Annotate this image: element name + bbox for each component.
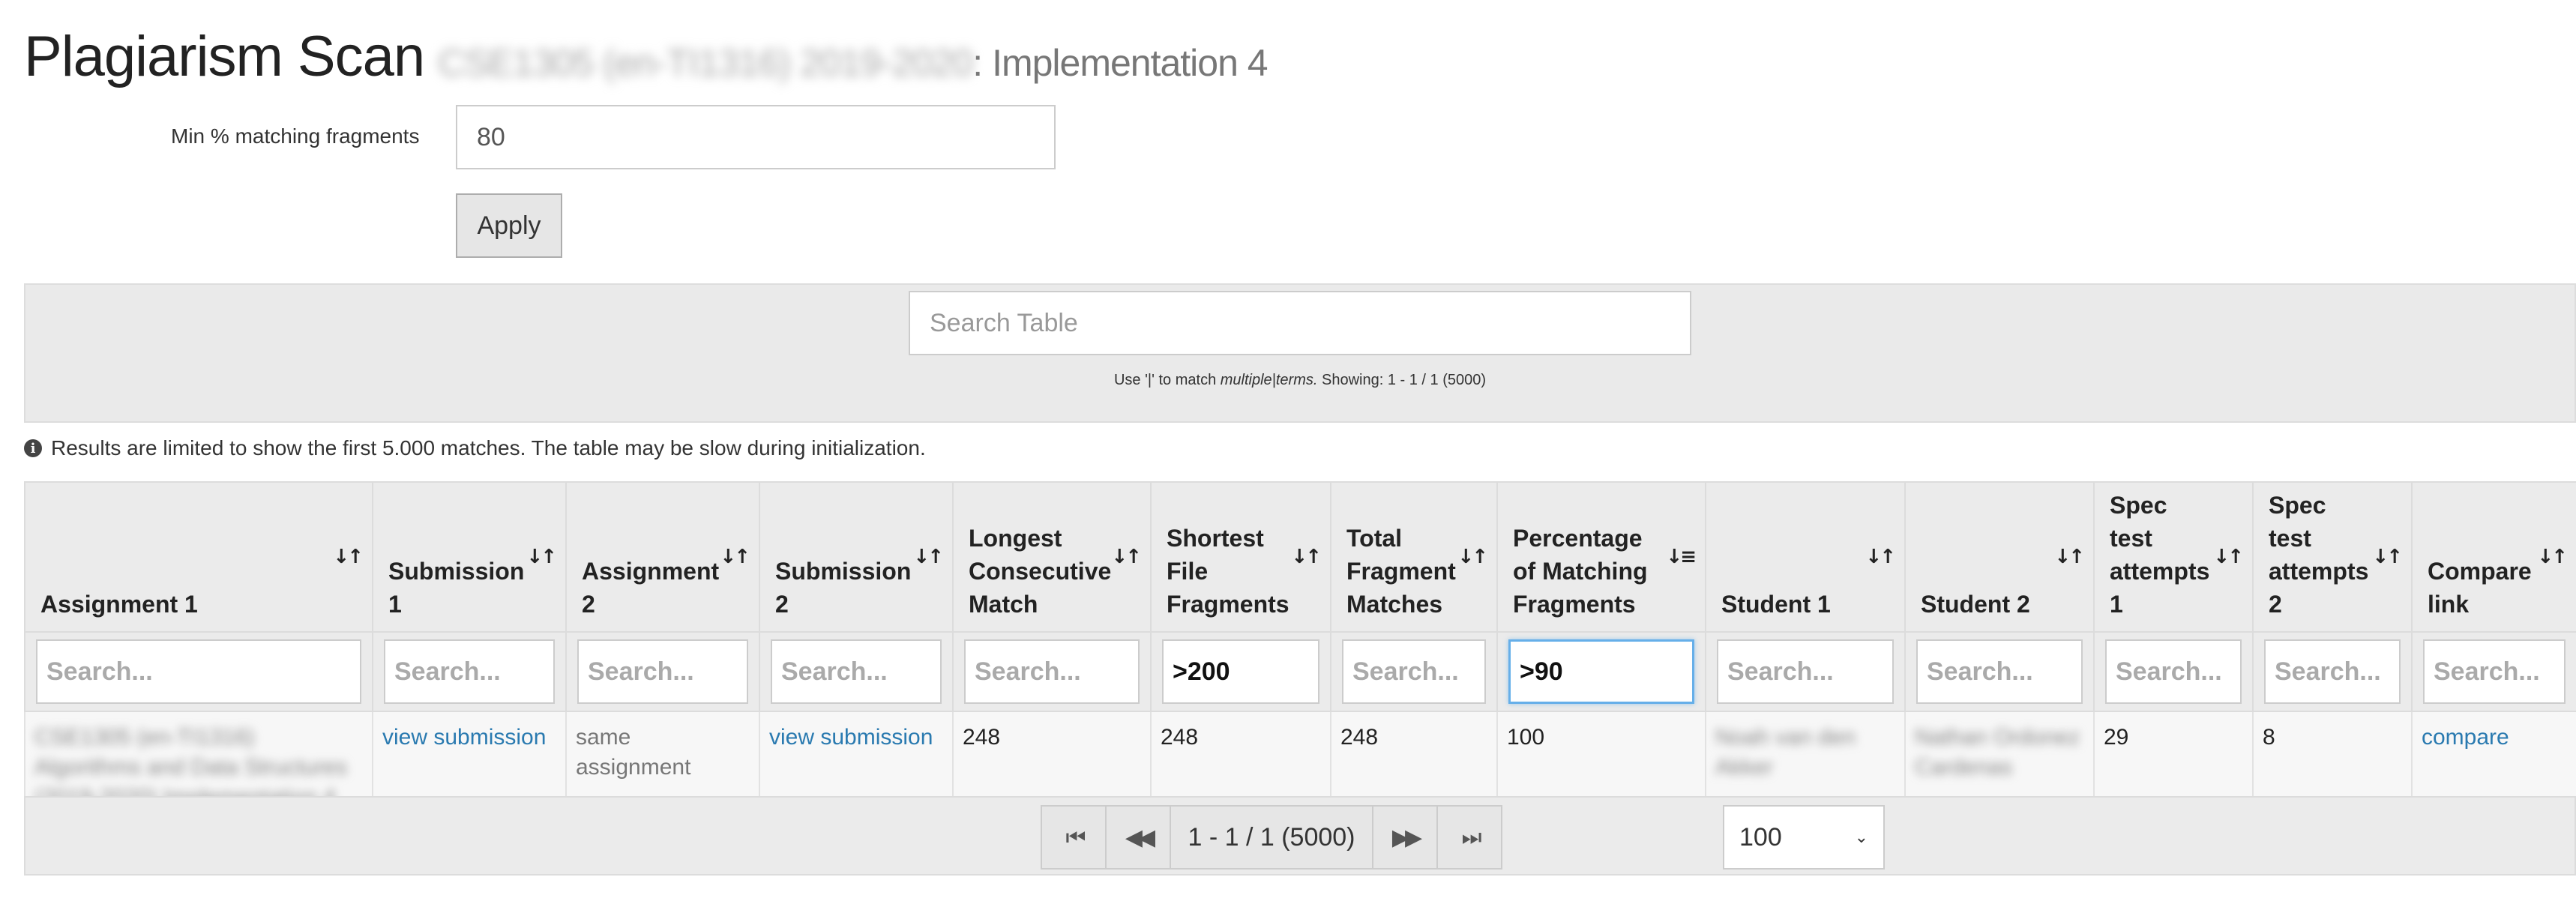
filter-total-matches[interactable]: Search... [1342, 639, 1486, 704]
min-matching-input[interactable]: 80 [456, 105, 1056, 169]
col-label: Spec test attempts 2 [2269, 492, 2369, 618]
col-shortest-fragments[interactable]: Shortest File Fragments ↓↑ [1150, 481, 1331, 633]
col-label: Percentage of Matching Fragments [1513, 525, 1648, 618]
col-compare-link[interactable]: Compare link ↓↑ [2411, 481, 2576, 633]
sort-icon[interactable]: ↓↑ [2372, 540, 2403, 573]
pagination-bar: ⏮ ◀◀ 1 - 1 / 1 (5000) ▶▶ ⏭ 100 ⌄ [24, 796, 2576, 876]
col-total-matches[interactable]: Total Fragment Matches ↓↑ [1330, 481, 1498, 633]
view-submission-2-link[interactable]: view submission [769, 725, 933, 750]
filter-spec-attempts-2[interactable]: Search... [2264, 639, 2401, 704]
sort-icon[interactable]: ↓↑ [2537, 540, 2568, 573]
col-label: Assignment 2 [582, 558, 720, 618]
pagination: ⏮ ◀◀ 1 - 1 / 1 (5000) ▶▶ ⏭ [1041, 805, 1502, 870]
sort-icon[interactable]: ↓↑ [1865, 540, 1896, 573]
col-spec-attempts-1[interactable]: Spec test attempts 1 ↓↑ [2093, 481, 2254, 633]
sort-icon[interactable]: ↓↑ [1291, 540, 1322, 573]
col-assignment-1[interactable]: Assignment 1 ↓↑ [24, 481, 373, 633]
sort-icon[interactable]: ↓↑ [1457, 540, 1488, 573]
pagination-info: 1 - 1 / 1 (5000) [1170, 805, 1373, 870]
last-page-icon[interactable]: ⏭ [1436, 805, 1502, 870]
sort-icon[interactable]: ↓↑ [333, 540, 364, 573]
filter-row: Search... Search... Search... Search... … [24, 631, 2576, 712]
first-page-icon[interactable]: ⏮ [1041, 805, 1107, 870]
search-hint-suffix: Showing: 1 - 1 / 1 (5000) [1317, 372, 1487, 388]
sort-icon[interactable]: ↓↑ [720, 540, 750, 573]
page-size-value: 100 [1739, 822, 1782, 852]
compare-link[interactable]: compare [2422, 725, 2509, 750]
info-message-text: Results are limited to show the first 5.… [51, 436, 926, 459]
sort-icon[interactable]: ↓↑ [2213, 540, 2244, 573]
col-student-2[interactable]: Student 2 ↓↑ [1904, 481, 2095, 633]
page-title: Plagiarism Scan CSE1305 (en-TI1316) 2019-… [24, 24, 1269, 89]
col-label: Student 2 [1921, 591, 2030, 618]
col-submission-1[interactable]: Submission 1 ↓↑ [372, 481, 567, 633]
sort-icon[interactable]: ↓↑ [526, 540, 557, 573]
col-label: Submission 1 [388, 558, 525, 618]
sort-icon[interactable]: ↓↑ [913, 540, 944, 573]
col-label: Longest Consecutive Match [969, 525, 1112, 618]
previous-page-icon[interactable]: ◀◀ [1105, 805, 1171, 870]
student-1-cell: Noah van den Akker [1715, 725, 1856, 780]
page-title-text: Plagiarism Scan [24, 25, 425, 88]
col-label: Total Fragment Matches [1346, 525, 1456, 618]
min-matching-label: Min % matching fragments [171, 124, 420, 148]
next-page-icon[interactable]: ▶▶ [1372, 805, 1438, 870]
sort-desc-icon[interactable]: ↓≡ [1666, 540, 1697, 573]
col-submission-2[interactable]: Submission 2 ↓↑ [759, 481, 954, 633]
col-label: Student 1 [1721, 591, 1831, 618]
filter-assignment-1[interactable]: Search... [36, 639, 361, 704]
col-assignment-2[interactable]: Assignment 2 ↓↑ [565, 481, 760, 633]
search-hint-prefix: Use '|' to match [1113, 372, 1221, 388]
student-2-cell: Nathan Ordonez Cardenas [1915, 725, 2080, 780]
col-student-1[interactable]: Student 1 ↓↑ [1705, 481, 1906, 633]
min-matching-value: 80 [477, 122, 505, 151]
page-size-select[interactable]: 100 ⌄ [1723, 805, 1885, 870]
info-circle-icon: i [24, 439, 42, 457]
header-row: Assignment 1 ↓↑ Submission 1 ↓↑ Assignment… [24, 481, 2576, 633]
filter-assignment-2[interactable]: Search... [577, 639, 748, 704]
filter-student-2[interactable]: Search... [1916, 639, 2083, 704]
page-subtitle: : Implementation 4 [972, 42, 1268, 84]
filter-spec-attempts-1[interactable]: Search... [2105, 639, 2242, 704]
view-submission-1-link[interactable]: view submission [382, 725, 546, 750]
filter-student-1[interactable]: Search... [1717, 639, 1894, 704]
assignment-2-cell: same assignment [576, 725, 691, 780]
search-hint-italic: multiple|terms. [1220, 372, 1318, 388]
col-label: Compare link [2428, 558, 2532, 618]
info-message: i Results are limited to show the first … [24, 436, 926, 460]
filter-percentage[interactable]: >90 [1508, 639, 1694, 704]
search-panel: Search Table Use '|' to match multiple|t… [24, 283, 2576, 423]
results-table: Assignment 1 ↓↑ Submission 1 ↓↑ Assignment… [24, 481, 2576, 825]
filter-submission-1[interactable]: Search... [384, 639, 555, 704]
filter-longest-match[interactable]: Search... [964, 639, 1140, 704]
sort-icon[interactable]: ↓↑ [2054, 540, 2085, 573]
filter-shortest-fragments[interactable]: >200 [1162, 639, 1319, 704]
apply-button[interactable]: Apply [456, 193, 562, 258]
course-name-blurred: CSE1305 (en-TI1316) 2019-2020 [438, 42, 973, 84]
col-percentage[interactable]: Percentage of Matching Fragments ↓≡ [1496, 481, 1706, 633]
search-table-placeholder: Search Table [930, 308, 1078, 337]
filter-submission-2[interactable]: Search... [771, 639, 942, 704]
col-label: Assignment 1 [40, 591, 198, 618]
col-longest-match[interactable]: Longest Consecutive Match ↓↑ [952, 481, 1152, 633]
chevron-down-icon: ⌄ [1854, 828, 1868, 847]
col-label: Spec test attempts 1 [2110, 492, 2210, 618]
sort-icon[interactable]: ↓↑ [1111, 540, 1142, 573]
col-spec-attempts-2[interactable]: Spec test attempts 2 ↓↑ [2252, 481, 2413, 633]
filter-compare-link[interactable]: Search... [2423, 639, 2566, 704]
search-hint: Use '|' to match multiple|terms. Showing… [25, 372, 2575, 389]
search-table-input[interactable]: Search Table [909, 291, 1691, 355]
col-label: Submission 2 [775, 558, 912, 618]
col-label: Shortest File Fragments [1167, 525, 1289, 618]
